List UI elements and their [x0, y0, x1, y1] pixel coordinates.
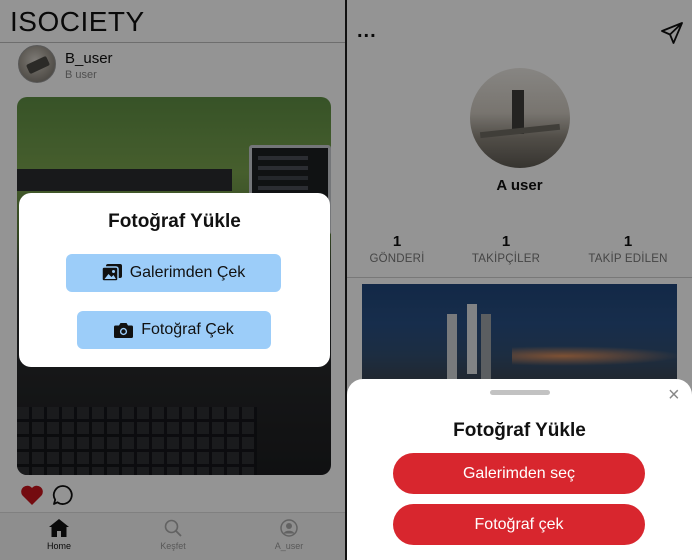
upload-photo-modal: Fotoğraf Yükle Galerimden Çek Fotoğraf Ç… — [19, 193, 330, 367]
gallery-icon — [101, 264, 122, 282]
left-phone-screen: ISOCIETY B_user B user Home Keşfet A_use… — [0, 0, 345, 560]
upload-photo-sheet: × Fotoğraf Yükle Galerimden seç Fotoğraf… — [347, 379, 692, 560]
right-phone-screen: ... A user 1 GÖNDERİ 1 TAKİPÇİLER 1 TAKİ… — [347, 0, 692, 560]
choose-from-gallery-button[interactable]: Galerimden seç — [393, 453, 645, 494]
take-photo-button[interactable]: Fotoğraf çek — [393, 504, 645, 545]
close-icon[interactable]: × — [668, 385, 680, 405]
sheet-title: Fotoğraf Yükle — [453, 420, 586, 441]
gallery-button[interactable]: Galerimden Çek — [66, 254, 281, 292]
sheet-drag-handle[interactable] — [490, 390, 550, 395]
camera-icon — [114, 323, 134, 338]
take-photo-button-label: Fotoğraf Çek — [141, 321, 234, 338]
modal-title: Fotoğraf Yükle — [108, 211, 241, 232]
take-photo-button[interactable]: Fotoğraf Çek — [77, 311, 271, 349]
gallery-button-label: Galerimden Çek — [129, 264, 246, 281]
